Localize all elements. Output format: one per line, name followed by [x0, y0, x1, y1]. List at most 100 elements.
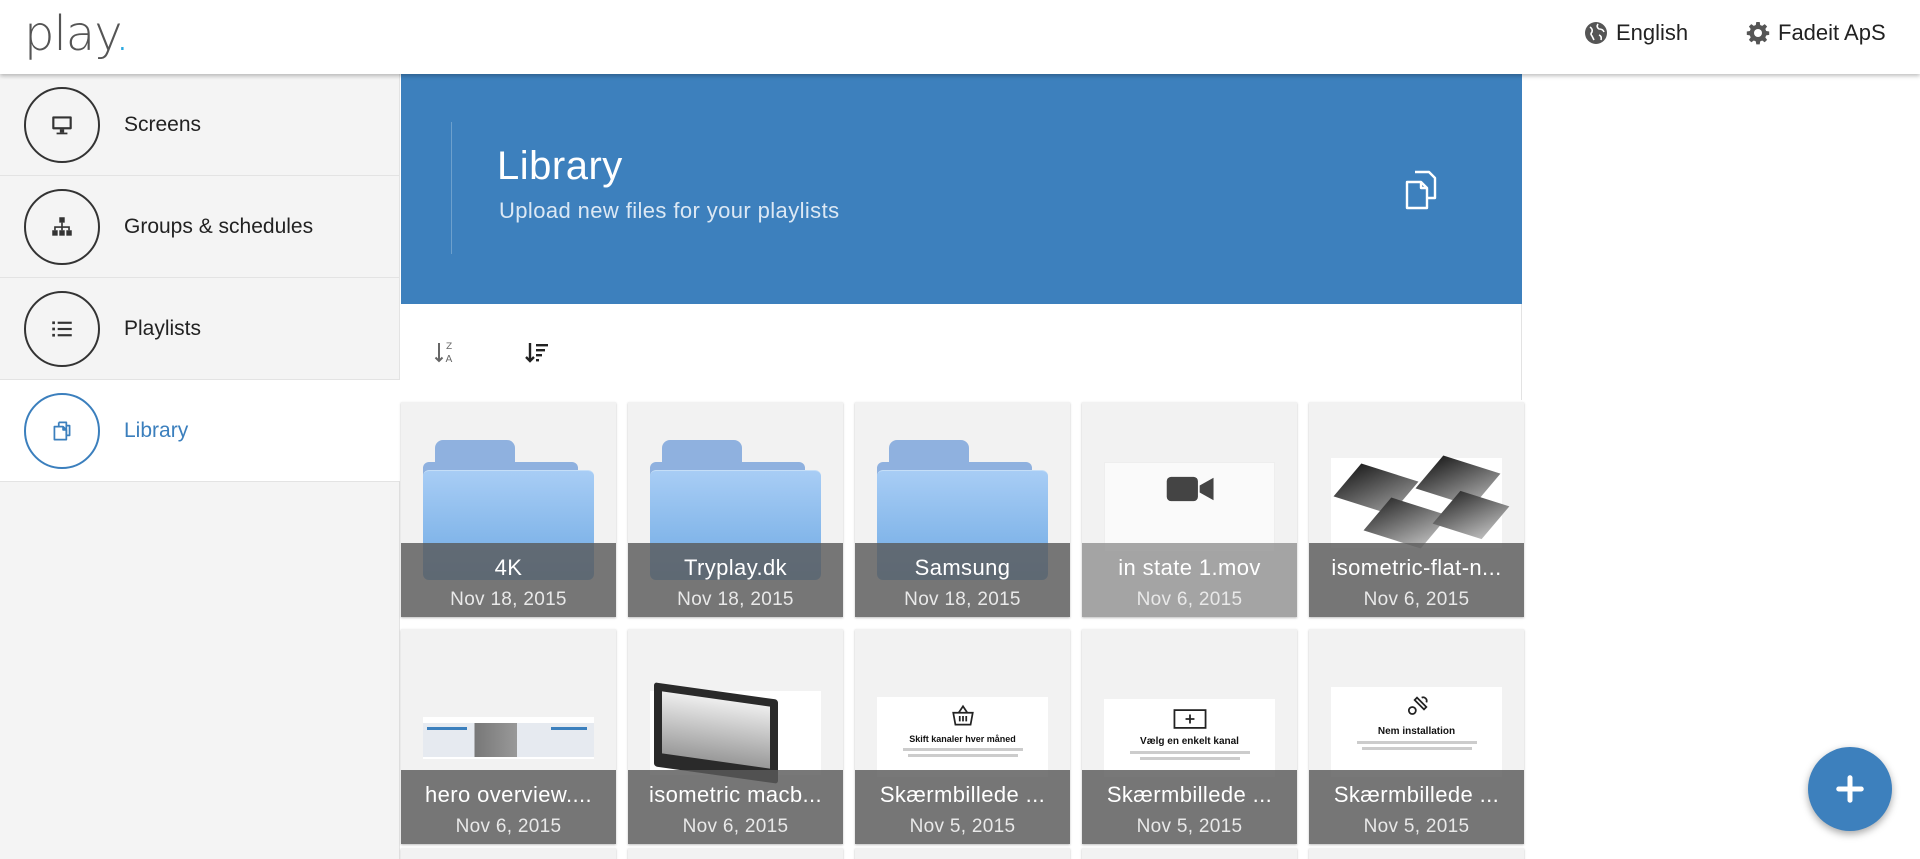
library-item-folder[interactable]: Tryplay.dk Nov 18, 2015 — [628, 402, 843, 617]
image-thumbnail: Skift kanaler hver måned — [877, 697, 1048, 777]
gear-icon — [1746, 22, 1770, 45]
library-item-partial[interactable] — [401, 848, 616, 859]
sidebar-item-icon-circle — [24, 290, 100, 367]
library-item-partial[interactable] — [1309, 848, 1524, 859]
top-bar: play. English Fadeit ApS — [0, 0, 1920, 74]
library-item-folder[interactable]: 4K Nov 18, 2015 — [401, 402, 616, 617]
tv-plus-icon — [1173, 709, 1206, 729]
thumbnail-heading: Skift kanaler hver måned — [909, 734, 1016, 744]
library-grid: 4K Nov 18, 2015 Tryplay.dk Nov 18, 2015 … — [401, 400, 1524, 859]
image-thumbnail: Vælg en enkelt kanal — [1104, 699, 1275, 777]
image-thumbnail — [650, 682, 821, 784]
library-item-image[interactable]: Vælg en enkelt kanal Skærmbillede ... No… — [1082, 629, 1297, 844]
item-date: Nov 5, 2015 — [909, 816, 1016, 837]
library-item-video[interactable]: in state 1.mov Nov 6, 2015 — [1082, 402, 1297, 617]
sidebar-item-groups[interactable]: Groups & schedules — [0, 176, 400, 278]
item-name: Skærmbillede ... — [879, 782, 1046, 807]
account-label: Fadeit ApS — [1778, 20, 1886, 45]
logo[interactable]: play. — [24, 6, 130, 62]
sort-alpha-desc-icon: Z A — [434, 342, 453, 365]
sidebar-item-icon-circle — [24, 392, 100, 469]
files-icon — [1405, 170, 1437, 210]
video-thumbnail — [1104, 462, 1275, 552]
library-item-image[interactable]: isometric macb... Nov 6, 2015 — [628, 629, 843, 844]
library-item-partial[interactable] — [628, 848, 843, 859]
language-label: English — [1616, 20, 1689, 45]
sitemap-icon — [52, 216, 72, 236]
sidebar-item-label: Library — [124, 418, 189, 442]
sidebar-item-playlists[interactable]: Playlists — [0, 278, 400, 380]
item-date: Nov 6, 2015 — [682, 816, 789, 837]
sort-date-button[interactable] — [520, 336, 554, 370]
item-name: Samsung — [914, 555, 1011, 580]
item-name: Skærmbillede ... — [1333, 782, 1500, 807]
logo-dot: . — [114, 6, 130, 62]
tools-icon — [1407, 696, 1428, 715]
sort-amount-desc-icon — [525, 343, 548, 363]
globe-icon — [1585, 22, 1607, 44]
library-item-image[interactable]: isometric-flat-n... Nov 6, 2015 — [1309, 402, 1524, 617]
item-date: Nov 18, 2015 — [450, 589, 567, 610]
plus-icon — [1836, 775, 1864, 803]
item-caption: Skærmbillede ... Nov 5, 2015 — [1082, 770, 1297, 844]
page-header: Library Upload new files for your playli… — [401, 74, 1522, 304]
item-caption: isometric macb... Nov 6, 2015 — [628, 770, 843, 844]
item-name: 4K — [494, 555, 523, 580]
image-thumbnail — [1331, 455, 1510, 549]
item-caption: Skærmbillede ... Nov 5, 2015 — [855, 770, 1070, 844]
library-item-folder[interactable]: Samsung Nov 18, 2015 — [855, 402, 1070, 617]
page-subtitle: Upload new files for your playlists — [499, 198, 840, 223]
image-thumbnail — [423, 717, 594, 759]
item-caption: Skærmbillede ... Nov 5, 2015 — [1309, 770, 1524, 844]
header-divider — [451, 122, 452, 254]
files-icon — [53, 420, 71, 441]
library-item-image[interactable]: hero overview.... Nov 6, 2015 — [401, 629, 616, 844]
sidebar-item-label: Groups & schedules — [124, 214, 314, 238]
item-name: isometric macb... — [648, 782, 823, 807]
sidebar-item-screens[interactable]: Screens — [0, 74, 400, 176]
item-date: Nov 5, 2015 — [1363, 816, 1470, 837]
monitor-icon — [52, 115, 72, 134]
add-file-button[interactable] — [1808, 747, 1892, 831]
basket-icon — [951, 704, 974, 726]
item-caption: isometric-flat-n... Nov 6, 2015 — [1309, 543, 1524, 617]
item-name: Skærmbillede ... — [1106, 782, 1273, 807]
item-name: in state 1.mov — [1118, 555, 1261, 580]
item-date: Nov 18, 2015 — [677, 589, 794, 610]
thumbnail-heading: Nem installation — [1377, 726, 1456, 737]
library-item-image[interactable]: Skift kanaler hver måned Skærmbillede ..… — [855, 629, 1070, 844]
svg-text:A: A — [446, 354, 453, 365]
item-date: Nov 5, 2015 — [1136, 816, 1243, 837]
library-item-partial[interactable] — [855, 848, 1070, 859]
sidebar-item-icon-circle — [24, 86, 100, 163]
item-date: Nov 18, 2015 — [904, 589, 1021, 610]
svg-text:Z: Z — [446, 342, 452, 352]
video-camera-icon — [1166, 476, 1214, 502]
item-caption: Samsung Nov 18, 2015 — [855, 543, 1070, 617]
library-item-partial[interactable] — [1082, 848, 1297, 859]
thumbnail-heading: Vælg en enkelt kanal — [1140, 736, 1239, 747]
sidebar: Screens Groups & schedules Playlists Lib… — [0, 74, 400, 859]
sidebar-item-label: Screens — [124, 112, 202, 136]
item-date: Nov 6, 2015 — [1363, 589, 1470, 610]
sidebar-item-label: Playlists — [124, 316, 202, 340]
sidebar-item-icon-circle — [24, 188, 100, 265]
page-title: Library — [497, 144, 623, 188]
item-name: Tryplay.dk — [683, 555, 788, 580]
account-menu[interactable]: Fadeit ApS — [1746, 20, 1886, 46]
sidebar-item-library[interactable]: Library — [0, 380, 400, 482]
item-caption: in state 1.mov Nov 6, 2015 — [1082, 543, 1297, 617]
item-caption: Tryplay.dk Nov 18, 2015 — [628, 543, 843, 617]
logo-text: play — [24, 6, 116, 62]
library-toolbar: Z A — [401, 304, 1522, 400]
item-name: isometric-flat-n... — [1331, 555, 1502, 580]
image-thumbnail: Nem installation — [1331, 687, 1502, 777]
item-caption: hero overview.... Nov 6, 2015 — [401, 770, 616, 844]
item-date: Nov 6, 2015 — [1136, 589, 1243, 610]
item-name: hero overview.... — [425, 782, 592, 807]
list-icon — [52, 320, 72, 337]
language-selector[interactable]: English — [1584, 20, 1688, 46]
sort-alphabetical-button[interactable]: Z A — [429, 336, 463, 370]
item-date: Nov 6, 2015 — [455, 816, 562, 837]
library-item-image[interactable]: Nem installation Skærmbillede ... Nov 5,… — [1309, 629, 1524, 844]
